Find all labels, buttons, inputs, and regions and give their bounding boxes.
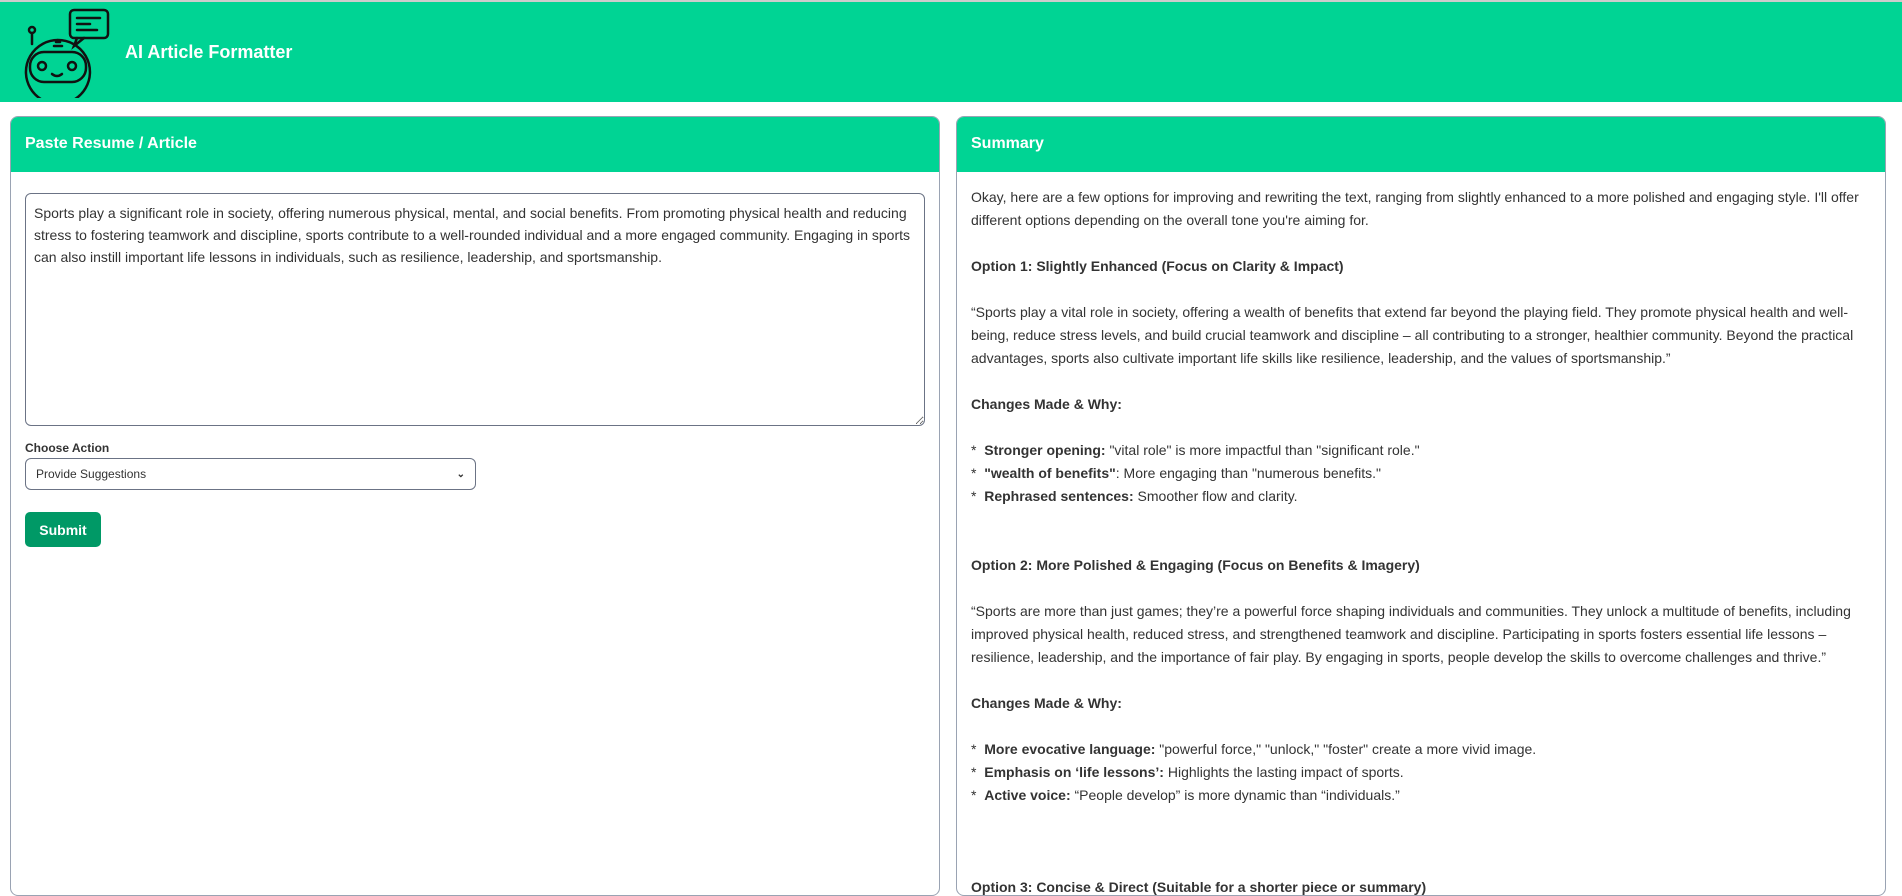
app-title: AI Article Formatter	[125, 42, 293, 62]
input-panel: Paste Resume / Article Sports play a sig…	[10, 116, 940, 896]
option-text: “Sports are more than just games; they’r…	[971, 603, 1851, 665]
list-item: * Emphasis on ‘life lessons’: Highlights…	[971, 764, 1404, 780]
list-item: * Rephrased sentences: Smoother flow and…	[971, 488, 1298, 504]
summary-content: Okay, here are a few options for improvi…	[957, 172, 1885, 895]
option-text: “Sports play a vital role in society, of…	[971, 304, 1854, 366]
action-select-value: Provide Suggestions	[36, 467, 147, 481]
changes-list: * Stronger opening: "vital role" is more…	[971, 439, 1871, 508]
option-heading: Option 2: More Polished & Engaging (Focu…	[971, 557, 1420, 573]
list-item: * Stronger opening: "vital role" is more…	[971, 442, 1420, 458]
article-input[interactable]: Sports play a significant role in societ…	[25, 193, 925, 426]
option-heading: Option 3: Concise & Direct (Suitable for…	[971, 879, 1427, 895]
changes-heading: Changes Made & Why:	[971, 695, 1122, 711]
robot-chat-icon	[24, 8, 110, 98]
chevron-down-icon: ⌄	[456, 468, 465, 480]
list-item: * More evocative language: "powerful for…	[971, 741, 1537, 757]
changes-heading: Changes Made & Why:	[971, 396, 1122, 412]
option-heading: Option 1: Slightly Enhanced (Focus on Cl…	[971, 258, 1344, 274]
input-panel-title: Paste Resume / Article	[11, 117, 939, 172]
list-item: * "wealth of benefits": More engaging th…	[971, 465, 1381, 481]
action-select[interactable]: Provide Suggestions ⌄	[25, 458, 476, 490]
summary-panel-title: Summary	[957, 117, 1885, 172]
list-item: * Active voice: “People develop” is more…	[971, 787, 1400, 803]
submit-button[interactable]: Submit	[25, 512, 101, 547]
changes-list: * More evocative language: "powerful for…	[971, 738, 1871, 807]
summary-panel: Summary Okay, here are a few options for…	[956, 116, 1886, 896]
choose-action-label: Choose Action	[25, 441, 110, 455]
summary-intro: Okay, here are a few options for improvi…	[971, 189, 1859, 228]
top-bar: AI Article Formatter	[0, 0, 1902, 102]
